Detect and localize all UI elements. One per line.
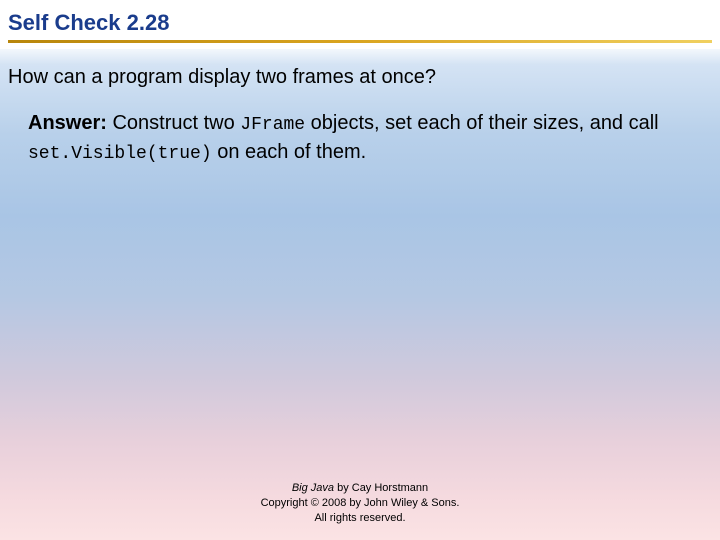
book-title: Big Java — [292, 482, 334, 494]
question-text: How can a program display two frames at … — [8, 63, 712, 91]
slide-content: How can a program display two frames at … — [0, 49, 720, 167]
footer-copyright: Copyright © 2008 by John Wiley & Sons. — [0, 496, 720, 511]
answer-label: Answer: — [28, 112, 107, 134]
slide-title: Self Check 2.28 — [8, 10, 712, 36]
code-jframe: JFrame — [240, 115, 305, 135]
answer-text-2: objects, set each of their sizes, and ca… — [305, 112, 659, 134]
book-author: by Cay Horstmann — [334, 482, 428, 494]
slide-header: Self Check 2.28 — [0, 0, 720, 49]
footer-line-1: Big Java by Cay Horstmann — [0, 481, 720, 496]
answer-block: Answer: Construct two JFrame objects, se… — [8, 109, 712, 167]
answer-text-3: on each of them. — [212, 141, 367, 163]
answer-text-1: Construct two — [107, 112, 240, 134]
footer-rights: All rights reserved. — [0, 511, 720, 526]
slide-footer: Big Java by Cay Horstmann Copyright © 20… — [0, 481, 720, 526]
title-underline — [8, 40, 712, 43]
code-setvisible: set.Visible(true) — [28, 144, 212, 164]
